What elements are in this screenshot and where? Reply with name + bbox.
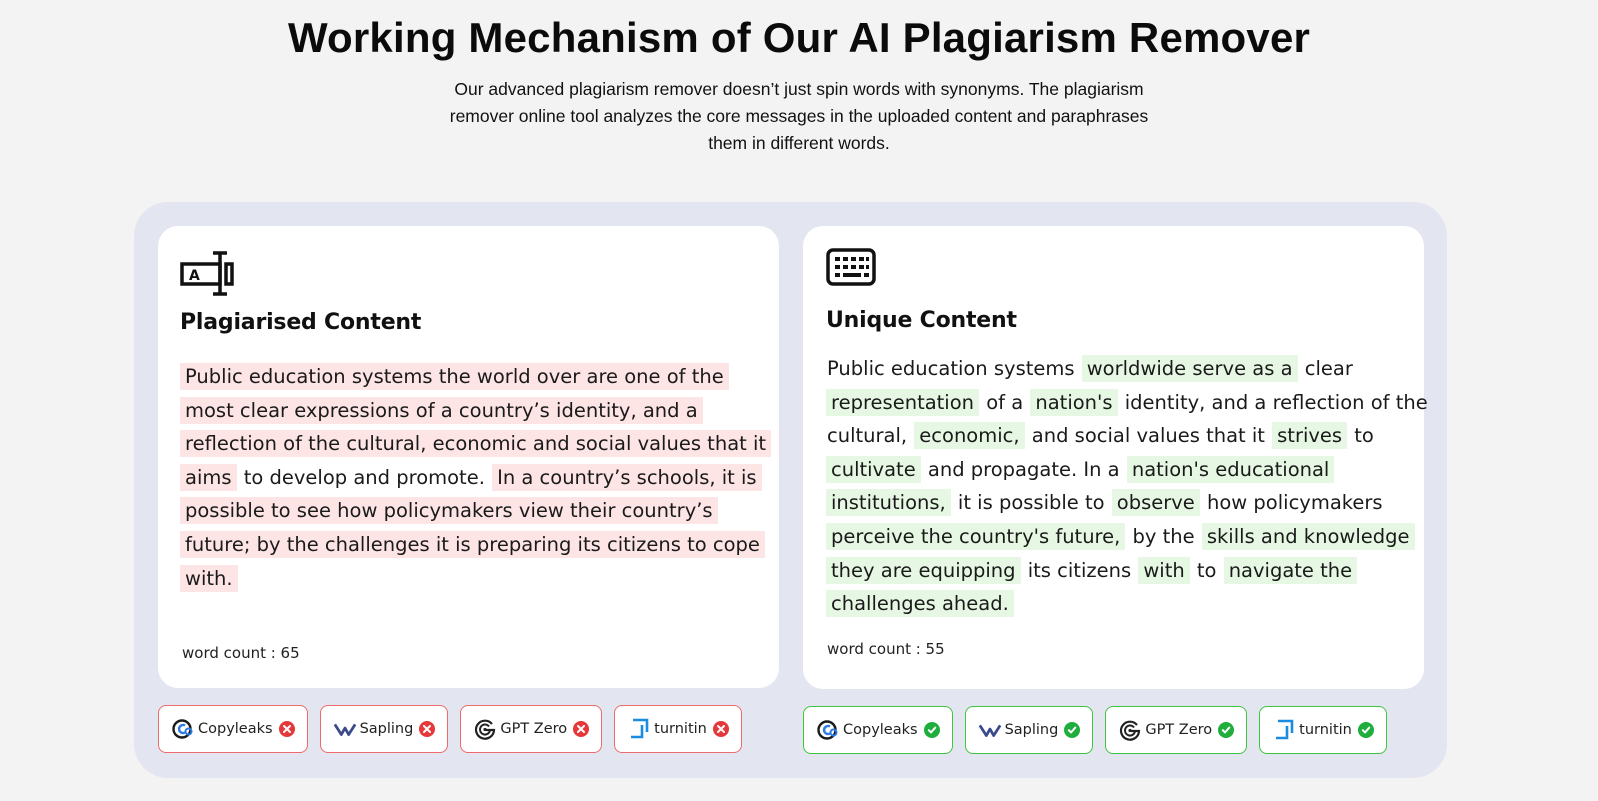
text-line: they are equipping its citizens with to … — [826, 554, 1411, 588]
text-span: how policymakers — [1200, 491, 1383, 515]
page-subtitle: Our advanced plagiarism remover doesn’t … — [449, 79, 1149, 153]
text-line: reflection of the cultural, economic and… — [180, 427, 772, 461]
x-icon — [573, 721, 590, 737]
detector-name: Copyleaks — [198, 721, 273, 737]
text-span: to — [1190, 558, 1223, 582]
text-span: of a — [980, 390, 1030, 414]
unique-content-card: Unique Content Public education systems … — [803, 226, 1428, 689]
highlighted-phrase: observe — [1111, 489, 1200, 517]
text-span: clear — [1298, 357, 1353, 380]
highlighted-phrase: challenges ahead. — [826, 590, 1014, 618]
detector-name: turnitin — [1299, 722, 1352, 738]
turnitin-logo-icon — [627, 717, 651, 741]
detector-badge: Sapling — [964, 706, 1094, 754]
highlighted-phrase: future; by the challenges it is preparin… — [180, 530, 765, 558]
detector-badge: GPT Zero — [460, 705, 603, 753]
highlighted-phrase: nation's — [1030, 388, 1118, 416]
text-span: to — [1348, 424, 1374, 448]
detector-name: GPT Zero — [500, 721, 568, 737]
text-line: with. — [180, 562, 765, 596]
detector-badge: Sapling — [319, 705, 449, 753]
text-span: and propagate. In a — [921, 457, 1126, 481]
highlighted-phrase: skills and knowledge — [1201, 522, 1415, 550]
word-count: word count : 65 — [182, 644, 300, 662]
text-line: Public education systems the world over … — [180, 360, 765, 394]
turnitin-logo-icon — [1272, 718, 1296, 742]
text-line: perceive the country's future, by the sk… — [826, 520, 1415, 554]
highlighted-phrase: with — [1138, 556, 1190, 584]
check-icon — [1357, 722, 1374, 738]
plagiarised-text: Public education systems the world over … — [180, 360, 772, 596]
highlighted-phrase: worldwide serve as a — [1081, 355, 1298, 382]
detector-name: Copyleaks — [843, 722, 918, 738]
text-line: representation of a nation's identity, a… — [826, 386, 1428, 420]
text-span: to develop and promote. — [237, 465, 492, 489]
sapling-logo-icon — [978, 718, 1002, 742]
x-icon — [419, 721, 436, 737]
text-span: and social values that it — [1025, 424, 1272, 448]
text-line: Public education systems worldwide serve… — [826, 352, 1411, 386]
unique-text: Public education systems worldwide serve… — [826, 352, 1428, 621]
text-line: future; by the challenges it is preparin… — [180, 528, 765, 562]
copyleaks-logo-icon — [171, 717, 195, 741]
card-title: Unique Content — [826, 308, 1017, 333]
text-line: institutions, it is possible to observe … — [826, 486, 1411, 520]
detector-name: Sapling — [359, 721, 414, 737]
text-span: identity, and a reflection of the — [1118, 390, 1428, 414]
x-icon — [712, 721, 729, 737]
x-icon — [278, 721, 295, 737]
keyboard-icon — [826, 248, 878, 293]
highlighted-phrase: strives — [1272, 422, 1348, 450]
detector-name: GPT Zero — [1145, 722, 1213, 738]
detector-badge: Copyleaks — [803, 706, 953, 754]
svg-text:A: A — [189, 268, 200, 284]
detector-badge: turnitin — [1259, 706, 1387, 754]
detector-name: Sapling — [1004, 722, 1059, 738]
word-count: word count : 55 — [827, 640, 945, 658]
detector-name: turnitin — [654, 721, 707, 737]
text-line: possible to see how policymakers view th… — [180, 494, 765, 528]
highlighted-phrase: Public education systems the world over … — [180, 363, 729, 390]
detector-badge: GPT Zero — [1105, 706, 1248, 754]
text-line: most clear expressions of a country’s id… — [180, 394, 765, 428]
text-line: aims to develop and promote. In a countr… — [180, 461, 765, 495]
plagiarised-content-card: A Plagiarised Content Public education s… — [158, 226, 779, 688]
highlighted-phrase: nation's educational — [1126, 455, 1335, 483]
detector-badge: Copyleaks — [158, 705, 308, 753]
check-icon — [923, 722, 940, 738]
highlighted-phrase: perceive the country's future, — [826, 522, 1126, 550]
highlighted-phrase: economic, — [914, 422, 1025, 450]
detector-badge: turnitin — [614, 705, 742, 753]
text-span: cultural, — [827, 424, 914, 448]
copyleaks-logo-icon — [816, 718, 840, 742]
detector-results-plagiarised: Copyleaks Sapling GPT Zero turnitin — [158, 705, 742, 753]
gptzero-logo-icon — [473, 717, 497, 741]
text-line: challenges ahead. — [826, 587, 1411, 621]
text-cursor-icon: A — [180, 250, 236, 301]
text-line: cultural, economic, and social values th… — [826, 419, 1411, 453]
highlighted-phrase: possible to see how policymakers view th… — [180, 497, 718, 525]
check-icon — [1218, 722, 1235, 738]
sapling-logo-icon — [333, 717, 357, 741]
highlighted-phrase: navigate the — [1223, 556, 1358, 584]
highlighted-phrase: most clear expressions of a country’s id… — [180, 396, 703, 424]
highlighted-phrase: representation — [826, 388, 980, 416]
text-span: by the — [1126, 524, 1201, 548]
text-line: cultivate and propagate. In a nation's e… — [826, 453, 1411, 487]
highlighted-phrase: aims — [180, 463, 237, 491]
highlighted-phrase: In a country’s schools, it is — [492, 463, 762, 491]
detector-results-unique: Copyleaks Sapling GPT Zero turnitin — [803, 706, 1387, 754]
page-title: Working Mechanism of Our AI Plagiarism R… — [287, 14, 1311, 61]
text-span: Public education systems — [827, 357, 1081, 380]
check-icon — [1064, 722, 1081, 738]
highlighted-phrase: cultivate — [826, 455, 921, 483]
highlighted-phrase: they are equipping — [826, 556, 1021, 584]
text-span: its citizens — [1021, 558, 1138, 582]
highlighted-phrase: with. — [180, 564, 238, 592]
gptzero-logo-icon — [1118, 718, 1142, 742]
text-span: it is possible to — [951, 491, 1111, 515]
highlighted-phrase: institutions, — [826, 489, 951, 517]
highlighted-phrase: reflection of the cultural, economic and… — [180, 430, 772, 458]
card-title: Plagiarised Content — [180, 310, 422, 335]
